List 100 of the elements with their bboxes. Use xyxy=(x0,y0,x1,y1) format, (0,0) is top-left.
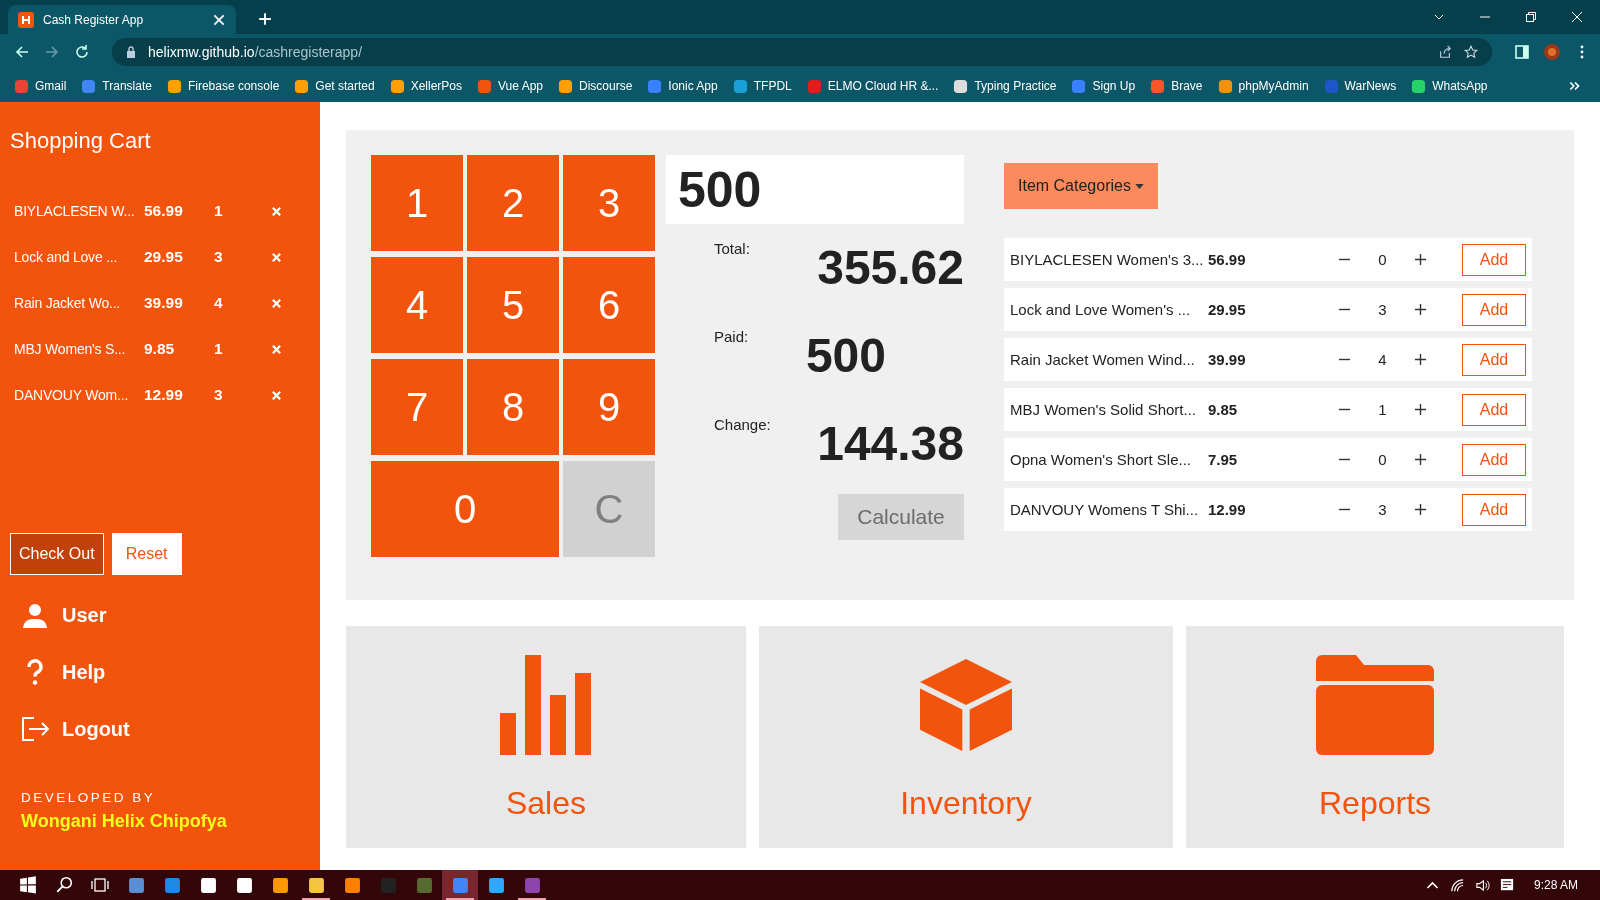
plus-icon[interactable] xyxy=(1414,403,1427,416)
add-button[interactable]: Add xyxy=(1462,493,1526,526)
cart-item-name: Rain Jacket Wo... xyxy=(14,295,122,311)
plus-icon[interactable] xyxy=(1414,303,1427,316)
side-panel-icon[interactable] xyxy=(1514,44,1530,60)
volume-icon[interactable] xyxy=(1474,877,1490,893)
browser-tab[interactable]: Cash Register App xyxy=(8,5,236,34)
total-label: Paid: xyxy=(714,328,749,345)
forward-icon[interactable] xyxy=(44,44,60,60)
bookmark[interactable]: Sign Up xyxy=(1071,78,1136,94)
nav-link[interactable]: Logout xyxy=(20,711,310,747)
product-quantity: 1 xyxy=(1377,401,1388,418)
remove-icon[interactable] xyxy=(271,389,282,401)
keypad-key[interactable]: 9 xyxy=(563,359,655,455)
sidebar-title: Shopping Cart xyxy=(10,128,152,154)
bookmark[interactable]: WhatsApp xyxy=(1411,78,1488,94)
keypad-key[interactable]: C xyxy=(563,461,655,557)
app-logo-icon xyxy=(18,11,34,28)
product-quantity: 4 xyxy=(1377,351,1388,368)
cart-item-price: 9.85 xyxy=(144,340,176,358)
checkout-button[interactable]: Check Out xyxy=(10,533,104,575)
share-icon[interactable] xyxy=(1438,45,1452,59)
plus-icon[interactable] xyxy=(1414,453,1427,466)
bookmark[interactable]: XellerPos xyxy=(389,78,463,94)
bookmark[interactable]: Brave xyxy=(1150,78,1203,94)
cart-item-price: 56.99 xyxy=(144,202,184,220)
cart-item-quantity: 1 xyxy=(214,202,224,220)
add-button[interactable]: Add xyxy=(1462,243,1526,276)
wifi-icon[interactable] xyxy=(1449,877,1465,893)
close-icon[interactable] xyxy=(212,12,226,27)
remove-icon[interactable] xyxy=(271,251,282,263)
site-icon xyxy=(1411,78,1427,94)
remove-icon[interactable] xyxy=(271,297,282,309)
bookmark[interactable]: Vue App xyxy=(477,78,543,94)
keypad-key[interactable]: 6 xyxy=(563,257,655,353)
keypad-key[interactable]: 1 xyxy=(371,155,463,251)
bookmark[interactable]: Get started xyxy=(294,78,375,94)
menu-tile[interactable]: Sales xyxy=(346,626,746,848)
bookmark[interactable]: TFPDL xyxy=(732,78,792,94)
bookmark[interactable]: Gmail xyxy=(14,78,67,94)
nav-link[interactable]: User xyxy=(20,597,310,633)
total-label: Total: xyxy=(714,240,750,257)
keypad-key[interactable]: 4 xyxy=(371,257,463,353)
star-icon[interactable] xyxy=(1464,45,1478,59)
bookmark[interactable]: Firebase console xyxy=(166,78,280,94)
bookmark[interactable]: WarNews xyxy=(1323,78,1397,94)
site-icon xyxy=(806,78,822,94)
site-icon xyxy=(166,78,182,94)
address-bar[interactable]: helixmw.github.io/cashregisterapp/ xyxy=(112,38,1492,66)
bookmark[interactable]: Discourse xyxy=(558,78,633,94)
keypad-key[interactable]: 2 xyxy=(467,155,559,251)
cart-item-quantity: 4 xyxy=(214,294,224,312)
keypad-key[interactable]: 8 xyxy=(467,359,559,455)
avatar-icon[interactable] xyxy=(1544,44,1560,60)
plus-icon[interactable] xyxy=(1414,253,1427,266)
bookmark[interactable]: Translate xyxy=(81,78,152,94)
site-icon xyxy=(558,78,573,94)
tab-title: Cash Register App xyxy=(43,12,145,27)
add-button[interactable]: Add xyxy=(1462,393,1526,426)
app-icon xyxy=(235,876,253,894)
new-tab-icon[interactable] xyxy=(258,12,272,26)
nav-link[interactable]: Help xyxy=(20,654,310,690)
product-quantity: 0 xyxy=(1377,451,1388,468)
site-icon xyxy=(14,78,29,94)
categories-dropdown[interactable]: Item Categories xyxy=(1004,163,1158,209)
restore-icon[interactable] xyxy=(1525,11,1537,23)
developer-name: Wongani Helix Chipofya xyxy=(21,811,228,832)
keypad-key[interactable]: 0 xyxy=(371,461,559,557)
add-button[interactable]: Add xyxy=(1462,343,1526,376)
search-icon[interactable] xyxy=(55,876,73,894)
amount-field[interactable]: 500 xyxy=(666,155,964,224)
bookmark[interactable]: Ionic App xyxy=(647,78,718,94)
remove-icon[interactable] xyxy=(271,205,282,217)
task-view-icon[interactable] xyxy=(91,876,109,894)
remove-icon[interactable] xyxy=(271,343,282,355)
back-icon[interactable] xyxy=(14,44,30,60)
add-button[interactable]: Add xyxy=(1462,443,1526,476)
keypad-key[interactable]: 3 xyxy=(563,155,655,251)
app-icon xyxy=(199,876,217,894)
bookmark[interactable]: ELMO Cloud HR &... xyxy=(806,78,939,94)
bookmark[interactable]: phpMyAdmin xyxy=(1217,78,1309,94)
close-icon[interactable] xyxy=(1571,11,1583,23)
bookmark[interactable]: Typing Practice xyxy=(953,78,1057,94)
plus-icon[interactable] xyxy=(1414,503,1427,516)
windows-icon[interactable] xyxy=(19,876,37,894)
calculate-button[interactable]: Calculate xyxy=(838,494,964,540)
more-bookmarks-icon[interactable] xyxy=(1568,79,1582,93)
product-name: MBJ Women's Solid Short... xyxy=(1010,401,1197,418)
notification-icon[interactable] xyxy=(1499,877,1515,893)
total-label: Change: xyxy=(714,416,771,433)
cart-item-price: 39.99 xyxy=(144,294,184,312)
keypad-key[interactable]: 7 xyxy=(371,359,463,455)
menu-tile[interactable]: Inventory xyxy=(759,626,1173,848)
menu-tile[interactable]: Reports xyxy=(1186,626,1564,848)
keypad-key[interactable]: 5 xyxy=(467,257,559,353)
reload-icon[interactable] xyxy=(74,44,90,60)
total-value: 355.62 xyxy=(817,240,964,295)
add-button[interactable]: Add xyxy=(1462,293,1526,326)
reset-button[interactable]: Reset xyxy=(111,533,182,575)
plus-icon[interactable] xyxy=(1414,353,1427,366)
